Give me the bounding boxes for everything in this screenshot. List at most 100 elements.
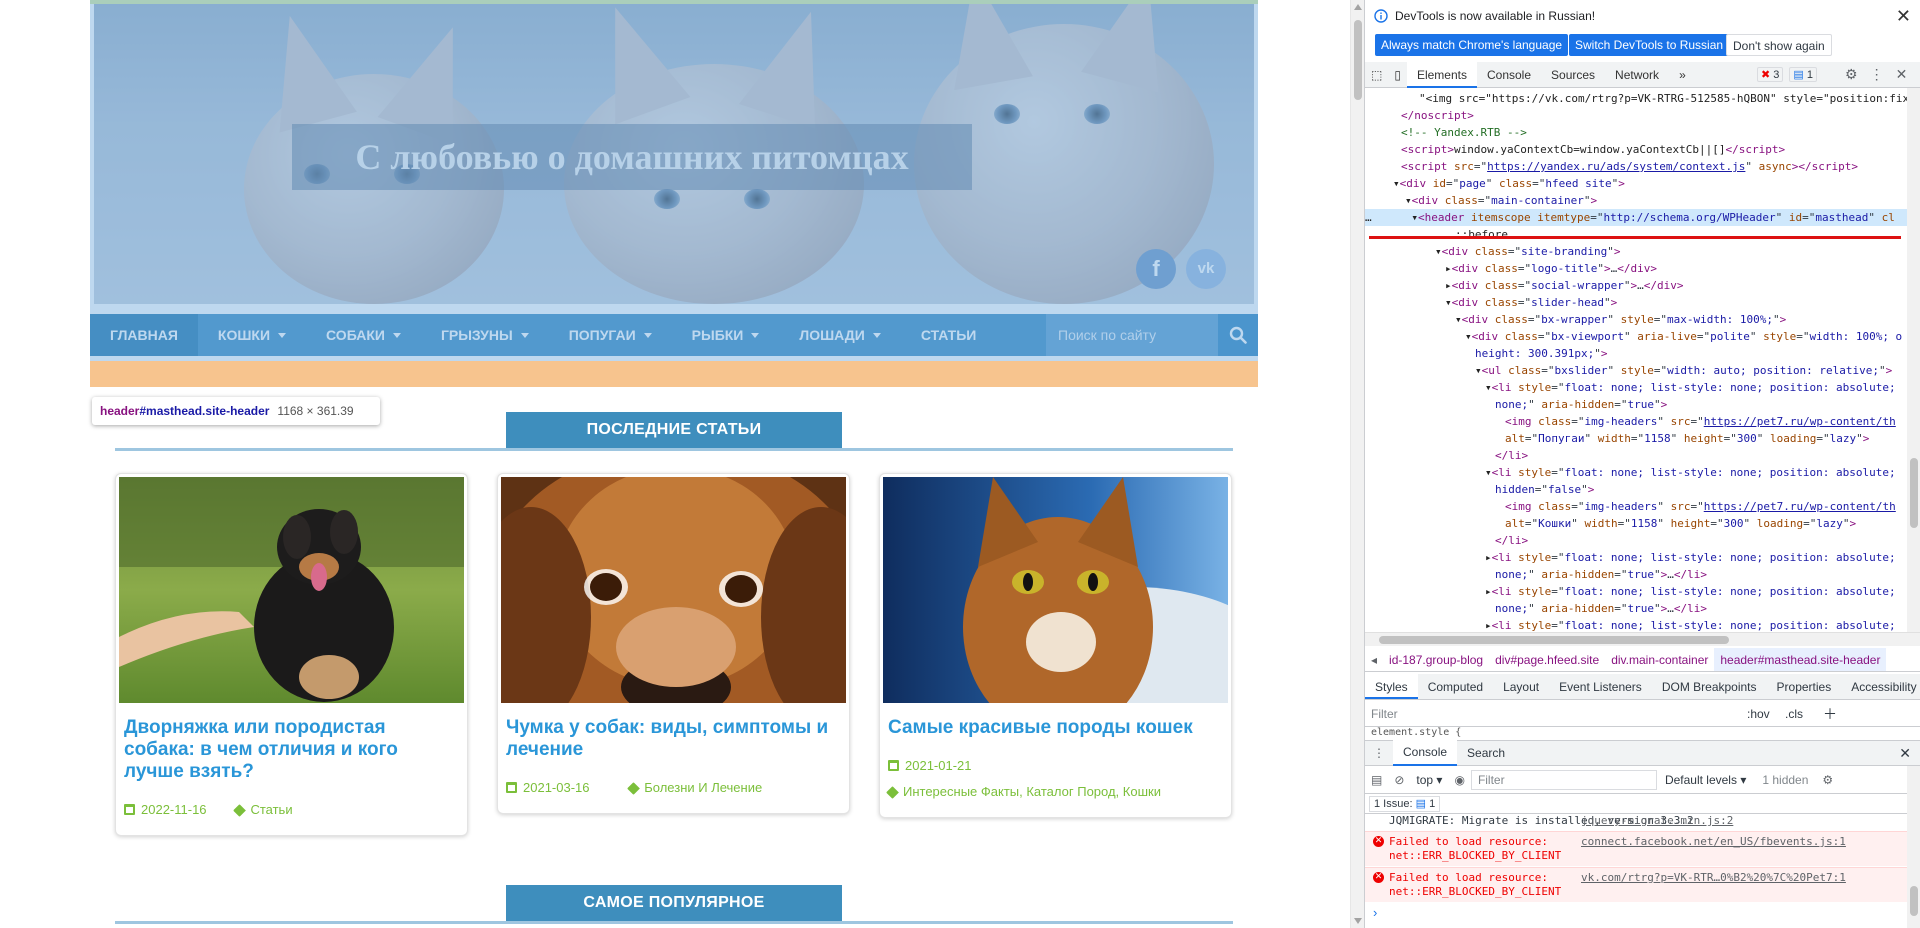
console-prompt[interactable]: › (1373, 905, 1377, 920)
article-category[interactable]: Статьи (233, 797, 293, 823)
styles-filter-input[interactable]: Filter :hov .cls ＋ (1365, 701, 1920, 727)
search-button[interactable] (1218, 314, 1258, 356)
message-source-link[interactable]: jquery-migrate.min.js:2 (1581, 814, 1733, 828)
tab-event-listeners[interactable]: Event Listeners (1549, 674, 1652, 699)
console-filter-input[interactable]: Filter (1470, 769, 1657, 790)
close-icon[interactable]: ✕ (1896, 6, 1911, 27)
issues-bar[interactable]: 1 Issue: ▤ 1 (1365, 794, 1920, 814)
code-line[interactable]: <img class="img-headers" src="https://pe… (1505, 413, 1896, 430)
elements-tree[interactable]: "<img src="https://vk.com/rtrg?p=VK-RTRG… (1365, 88, 1907, 632)
selected-code-line[interactable]: … ▾<header itemscope itemtype="http://sc… (1365, 209, 1907, 226)
elements-hscrollbar[interactable] (1365, 632, 1920, 646)
code-line[interactable]: <!-- Yandex.RTB --> (1401, 124, 1527, 141)
code-line[interactable]: ▸<div class="social-wrapper">…</div> (1445, 277, 1683, 294)
devtools-counters[interactable]: ✖ 3 ▤ 1 (1757, 67, 1817, 82)
inspect-element-icon[interactable]: ⬚ (1365, 62, 1388, 88)
breadcrumb-item[interactable]: div#page.hfeed.site (1489, 648, 1605, 671)
article-image[interactable] (119, 477, 464, 703)
breadcrumb-item[interactable]: div.main-container (1605, 648, 1714, 671)
nav-item-parrots[interactable]: ПОПУГАИ (549, 314, 672, 356)
search-input[interactable]: Поиск по сайту (1046, 314, 1218, 356)
add-rule-icon[interactable]: ＋ (1823, 701, 1837, 727)
context-select[interactable]: top ▾ (1410, 773, 1448, 787)
site-title[interactable]: С любовью о домашних питомцах (292, 124, 972, 190)
nav-item-horses[interactable]: ЛОШАДИ (779, 314, 900, 356)
page-scrollbar[interactable] (1350, 0, 1364, 928)
article-card[interactable]: Дворняжка или породистая собака: в чем о… (115, 473, 468, 836)
more-icon[interactable]: ⋮ (1870, 66, 1884, 83)
nav-item-articles[interactable]: СТАТЬИ (901, 314, 997, 356)
code-line[interactable]: ▾<div class="slider-head"> (1445, 294, 1617, 311)
code-line[interactable]: ▾<li style="float: none; list-style: non… (1485, 464, 1896, 481)
code-line[interactable]: <script src="https://yandex.ru/ads/syste… (1401, 158, 1858, 175)
match-language-button[interactable]: Always match Chrome's language (1375, 34, 1569, 56)
code-line[interactable]: <img class="img-headers" src="https://pe… (1505, 498, 1896, 515)
drawer-tab-console[interactable]: Console (1393, 740, 1458, 766)
tab-properties[interactable]: Properties (1767, 674, 1842, 699)
article-title[interactable]: Чумка у собак: виды, симптомы и лечение (498, 703, 849, 761)
code-line[interactable]: ▾<div id="page" class="hfeed site"> (1393, 175, 1625, 192)
tab-console[interactable]: Console (1477, 62, 1541, 88)
tab-accessibility[interactable]: Accessibility (1841, 674, 1920, 699)
chevron-down-icon (872, 332, 881, 338)
nav-item-rodents[interactable]: ГРЫЗУНЫ (421, 314, 549, 356)
gear-icon[interactable]: ⚙ (1845, 66, 1858, 83)
code-line[interactable]: ▸<li style="float: none; list-style: non… (1485, 583, 1896, 600)
drawer-tab-search[interactable]: Search (1457, 746, 1515, 760)
code-line[interactable]: ▾<div class="bx-wrapper" style="max-widt… (1455, 311, 1786, 328)
tab-sources[interactable]: Sources (1541, 62, 1605, 88)
tab-network[interactable]: Network (1605, 62, 1669, 88)
article-image[interactable] (501, 477, 846, 703)
article-title[interactable]: Самые красивые породы кошек (880, 703, 1231, 739)
article-title[interactable]: Дворняжка или породистая собака: в чем о… (116, 703, 467, 783)
code-line[interactable]: ▾<div class="site-branding"> (1435, 243, 1620, 260)
article-category[interactable]: Интересные Факты, Каталог Пород, Кошки (886, 779, 1161, 805)
close-devtools-icon[interactable]: ✕ (1896, 66, 1908, 83)
code-line[interactable]: </noscript> (1401, 107, 1474, 124)
hov-button[interactable]: :hov (1747, 701, 1770, 727)
message-source-link[interactable]: connect.facebook.net/en_US/fbevents.js:1 (1581, 835, 1846, 849)
switch-language-button[interactable]: Switch DevTools to Russian (1569, 34, 1730, 56)
code-line[interactable]: ▾<div class="main-container"> (1405, 192, 1597, 209)
nav-item-home[interactable]: ГЛАВНАЯ (90, 314, 198, 356)
code-line[interactable]: ▸<li style="float: none; list-style: non… (1485, 549, 1896, 566)
article-image[interactable] (883, 477, 1228, 703)
dont-show-button[interactable]: Don't show again (1726, 34, 1832, 56)
cls-button[interactable]: .cls (1785, 701, 1803, 727)
article-card[interactable]: Самые красивые породы кошек 2021-01-21 И… (879, 473, 1232, 818)
code-line[interactable]: ▾<ul class="bxslider" style="width: auto… (1475, 362, 1892, 379)
console-settings-icon[interactable]: ⚙ (1816, 773, 1839, 787)
more-tabs-icon[interactable]: » (1669, 62, 1696, 88)
log-levels-select[interactable]: Default levels ▾ (1657, 773, 1754, 787)
code-line[interactable]: <script>window.yaContextCb=window.yaCont… (1401, 141, 1785, 158)
tab-dom-breakpoints[interactable]: DOM Breakpoints (1652, 674, 1767, 699)
tab-elements[interactable]: Elements (1406, 62, 1477, 88)
clear-console-icon[interactable]: ⊘ (1388, 773, 1410, 787)
facebook-icon[interactable]: f (1136, 249, 1176, 289)
elements-scrollbar[interactable] (1907, 88, 1920, 632)
breadcrumb-item[interactable]: header#masthead.site-header (1714, 648, 1887, 671)
sidebar-toggle-icon[interactable]: ▤ (1365, 773, 1388, 787)
eye-icon[interactable]: ◉ (1448, 773, 1470, 787)
code-line[interactable]: ▸<div class="logo-title">…</div> (1445, 260, 1657, 277)
breadcrumb-item[interactable]: id-187.group-blog (1383, 648, 1489, 671)
article-category[interactable]: Болезни И Лечение (627, 775, 762, 801)
drawer-menu-icon[interactable]: ⋮ (1365, 746, 1393, 760)
vk-icon[interactable]: vk (1186, 249, 1226, 289)
nav-item-fish[interactable]: РЫБКИ (672, 314, 780, 356)
tab-layout[interactable]: Layout (1493, 674, 1549, 699)
tab-computed[interactable]: Computed (1418, 674, 1493, 699)
article-card[interactable]: Чумка у собак: виды, симптомы и лечение … (497, 473, 850, 814)
message-source-link[interactable]: vk.com/rtrg?p=VK-RTR…0%B2%20%7C%20Pet7:1 (1581, 871, 1846, 885)
inspect-tooltip: header#masthead.site-header 1168 × 361.39 (92, 397, 380, 425)
device-toolbar-icon[interactable]: ▯ (1388, 62, 1407, 88)
nav-item-dogs[interactable]: СОБАКИ (306, 314, 421, 356)
close-drawer-icon[interactable]: ✕ (1899, 745, 1911, 762)
nav-item-cats[interactable]: КОШКИ (198, 314, 306, 356)
latest-articles-heading: ПОСЛЕДНИЕ СТАТЬИ (506, 412, 842, 448)
styles-subtabs: Styles Computed Layout Event Listeners D… (1365, 674, 1920, 700)
code-line[interactable]: ▾<li style="float: none; list-style: non… (1485, 379, 1896, 396)
console-scrollbar[interactable] (1907, 766, 1920, 928)
tab-styles[interactable]: Styles (1365, 674, 1418, 699)
code-line[interactable]: ▾<div class="bx-viewport" aria-live="pol… (1465, 328, 1902, 345)
